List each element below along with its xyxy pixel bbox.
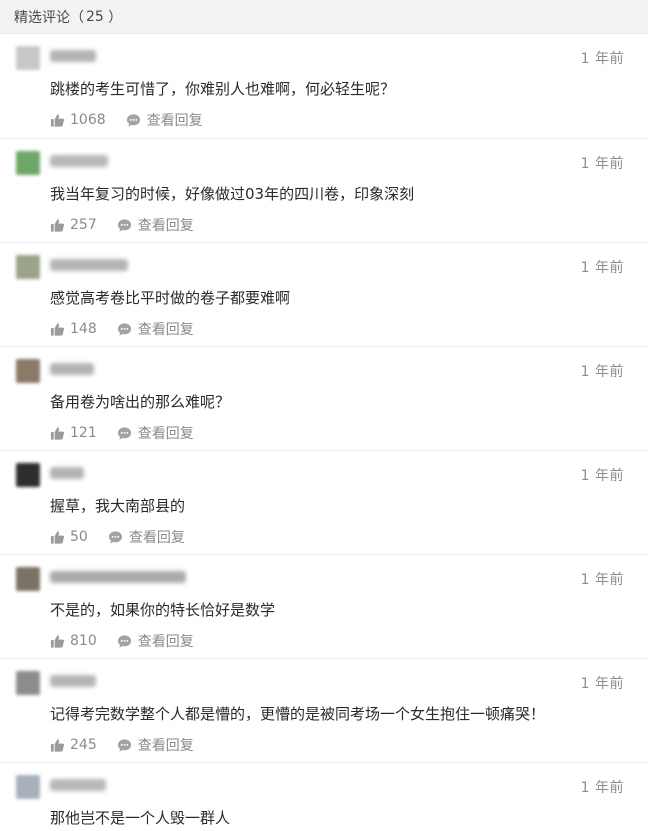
comment-text: 那他岂不是一个人毁一群人 xyxy=(50,809,231,827)
like-button[interactable]: 810 xyxy=(50,633,97,649)
comment-item: 1 年前我当年复习的时候，好像做过03年的四川卷，印象深刻 257 查看回复 xyxy=(0,138,648,242)
view-replies-button[interactable]: 查看回复 xyxy=(117,631,194,651)
view-replies-button[interactable]: 查看回复 xyxy=(117,423,194,443)
view-replies-button[interactable]: 查看回复 xyxy=(126,110,203,130)
comment-actions: 121 查看回复 xyxy=(50,423,194,443)
comment-actions: 148 查看回复 xyxy=(50,319,194,339)
nickname-blurred[interactable] xyxy=(50,363,94,375)
comment-actions: 1068 查看回复 xyxy=(50,110,203,130)
chat-bubble-icon xyxy=(117,218,132,233)
like-count: 148 xyxy=(70,321,97,337)
nickname-blurred[interactable] xyxy=(50,467,84,479)
like-count: 810 xyxy=(70,633,97,649)
nickname-blurred[interactable] xyxy=(50,571,186,583)
view-replies-label: 查看回复 xyxy=(137,426,194,442)
comment-text: 握草，我大南部县的 xyxy=(50,497,186,515)
like-count: 245 xyxy=(70,737,97,753)
comment-actions: 245 查看回复 xyxy=(50,735,194,755)
view-replies-label: 查看回复 xyxy=(137,738,194,754)
like-button[interactable]: 148 xyxy=(50,321,97,337)
chat-bubble-icon xyxy=(126,113,141,128)
avatar[interactable] xyxy=(16,151,40,175)
like-button[interactable]: 121 xyxy=(50,425,97,441)
view-replies-button[interactable]: 查看回复 xyxy=(117,215,194,235)
like-count: 121 xyxy=(70,425,97,441)
like-count: 257 xyxy=(70,217,97,233)
comment-actions: 810 查看回复 xyxy=(50,631,194,651)
avatar[interactable] xyxy=(16,255,40,279)
avatar[interactable] xyxy=(16,359,40,383)
like-button[interactable]: 245 xyxy=(50,737,97,753)
avatar[interactable] xyxy=(16,463,40,487)
comment-time: 1 年前 xyxy=(580,676,624,692)
view-replies-label: 查看回复 xyxy=(128,530,185,546)
comment-time: 1 年前 xyxy=(580,364,624,380)
view-replies-button[interactable]: 查看回复 xyxy=(108,527,185,547)
comment-time: 1 年前 xyxy=(580,780,624,796)
avatar[interactable] xyxy=(16,567,40,591)
comments-count: 25 xyxy=(86,8,104,25)
comment-text: 我当年复习的时候，好像做过03年的四川卷，印象深刻 xyxy=(50,185,415,203)
like-count: 50 xyxy=(70,529,88,545)
like-button[interactable]: 257 xyxy=(50,217,97,233)
like-button[interactable]: 50 xyxy=(50,529,88,545)
comment-time: 1 年前 xyxy=(580,156,624,172)
chat-bubble-icon xyxy=(117,426,132,441)
view-replies-button[interactable]: 查看回复 xyxy=(117,735,194,755)
comment-item: 1 年前那他岂不是一个人毁一群人 xyxy=(0,762,648,831)
comment-text: 不是的，如果你的特长恰好是数学 xyxy=(50,601,276,619)
comment-text: 跳楼的考生可惜了，你难别人也难啊，何必轻生呢？ xyxy=(50,80,396,98)
like-button[interactable]: 1068 xyxy=(50,112,106,128)
comments-title: 精选评论 xyxy=(14,9,70,26)
avatar[interactable] xyxy=(16,775,40,799)
nickname-blurred[interactable] xyxy=(50,259,128,271)
thumbs-up-icon xyxy=(50,530,65,545)
like-count: 1068 xyxy=(70,112,106,128)
comment-text: 记得考完数学整个人都是懵的，更懵的是被同考场一个女生抱住一顿痛哭！ xyxy=(50,705,546,723)
comment-list: 1 年前 跳楼的考生可惜了，你难别人也难啊，何必轻生呢？ 1068 查看回复 1 年前我… xyxy=(0,34,648,831)
nickname-blurred[interactable] xyxy=(50,779,106,791)
comment-text: 备用卷为啥出的那么难呢？ xyxy=(50,393,231,411)
thumbs-up-icon xyxy=(50,218,65,233)
view-replies-button[interactable]: 查看回复 xyxy=(117,319,194,339)
nickname-blurred[interactable] xyxy=(50,50,96,62)
comment-item: 1 年前记得考完数学整个人都是懵的，更懵的是被同考场一个女生抱住一顿痛哭！ 245… xyxy=(0,658,648,762)
view-replies-label: 查看回复 xyxy=(137,218,194,234)
chat-bubble-icon xyxy=(117,738,132,753)
chat-bubble-icon xyxy=(117,634,132,649)
avatar[interactable] xyxy=(16,46,40,70)
view-replies-label: 查看回复 xyxy=(137,322,194,338)
comment-text: 感觉高考卷比平时做的卷子都要难啊 xyxy=(50,289,291,307)
comment-time: 1 年前 xyxy=(580,260,624,276)
comment-time: 1 年前 xyxy=(580,468,624,484)
nickname-blurred[interactable] xyxy=(50,155,108,167)
thumbs-up-icon xyxy=(50,634,65,649)
thumbs-up-icon xyxy=(50,738,65,753)
comment-item: 1 年前备用卷为啥出的那么难呢？ 121 查看回复 xyxy=(0,346,648,450)
comment-item: 1 年前不是的，如果你的特长恰好是数学 810 查看回复 xyxy=(0,554,648,658)
thumbs-up-icon xyxy=(50,113,65,128)
comment-item: 1 年前感觉高考卷比平时做的卷子都要难啊 148 查看回复 xyxy=(0,242,648,346)
comment-item: 1 年前跳楼的考生可惜了，你难别人也难啊，何必轻生呢？ 1068 查看回复 xyxy=(0,34,648,138)
nickname-blurred[interactable] xyxy=(50,675,96,687)
comment-actions: 257 查看回复 xyxy=(50,215,194,235)
thumbs-up-icon xyxy=(50,426,65,441)
comments-header: 精选评论 （25 ） xyxy=(0,0,648,34)
view-replies-label: 查看回复 xyxy=(137,634,194,650)
chat-bubble-icon xyxy=(108,530,123,545)
comment-time: 1 年前 xyxy=(580,572,624,588)
thumbs-up-icon xyxy=(50,322,65,337)
avatar[interactable] xyxy=(16,671,40,695)
comment-item: 1 年前握草，我大南部县的 50 查看回复 xyxy=(0,450,648,554)
comment-actions: 50 查看回复 xyxy=(50,527,185,547)
chat-bubble-icon xyxy=(117,322,132,337)
view-replies-label: 查看回复 xyxy=(146,113,203,129)
comment-time: 1 年前 xyxy=(580,51,624,67)
